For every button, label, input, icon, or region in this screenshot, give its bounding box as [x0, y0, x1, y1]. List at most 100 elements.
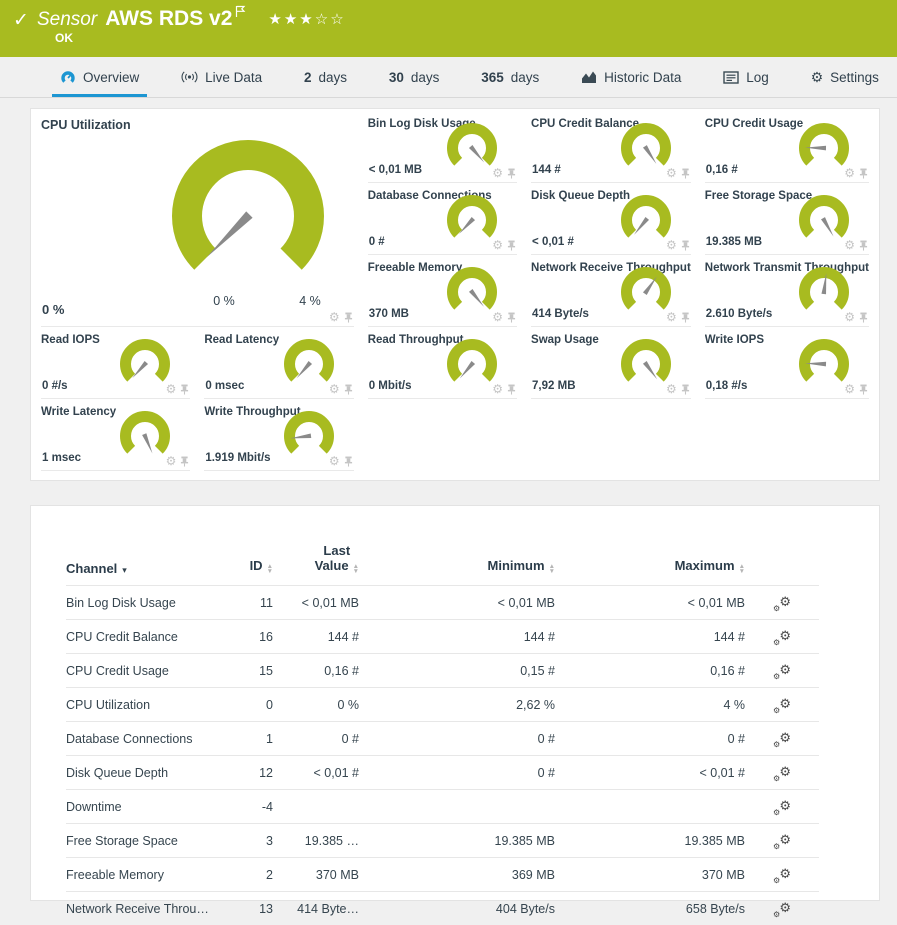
gauge-tile-freeable-memory[interactable]: Freeable Memory370 MB⚙ — [368, 255, 517, 327]
gear-icon[interactable]: ⚙ — [666, 383, 677, 395]
channel-settings-gears-icon[interactable]: ⚙⚙ — [773, 629, 791, 645]
flag-icon[interactable] — [235, 5, 246, 18]
gauge-tile-write-latency[interactable]: Write Latency1 msec⚙ — [41, 399, 190, 471]
gauge-tile-free-storage-space[interactable]: Free Storage Space19.385 MB⚙ — [705, 183, 869, 255]
pin-icon[interactable] — [681, 240, 690, 251]
pin-icon[interactable] — [344, 456, 353, 467]
channel-name[interactable]: Downtime — [66, 800, 241, 814]
pin-icon[interactable] — [507, 312, 516, 323]
gauge-tile-network-receive-throughput[interactable]: Network Receive Throughput414 Byte/s⚙ — [531, 255, 691, 327]
gauge — [116, 338, 174, 388]
channel-settings-gears-icon[interactable]: ⚙⚙ — [773, 901, 791, 917]
pin-icon[interactable] — [180, 384, 189, 395]
pin-icon[interactable] — [859, 312, 868, 323]
tab-2-days[interactable]: 2days — [300, 57, 351, 97]
channel-settings-gears-icon[interactable]: ⚙⚙ — [773, 731, 791, 747]
gear-icon[interactable]: ⚙ — [844, 167, 855, 179]
gear-icon[interactable]: ⚙ — [844, 383, 855, 395]
tab-overview[interactable]: Overview — [56, 57, 143, 97]
column-header-last-value[interactable]: LastValue▲▼ — [273, 543, 359, 576]
channel-name[interactable]: CPU Utilization — [66, 698, 241, 712]
gauge-tile-cpu-credit-usage[interactable]: CPU Credit Usage0,16 #⚙ — [705, 111, 869, 183]
pin-icon[interactable] — [681, 384, 690, 395]
channel-settings-gears-icon[interactable]: ⚙⚙ — [773, 833, 791, 849]
gauge-tile-read-throughput[interactable]: Read Throughput0 Mbit/s⚙ — [368, 327, 517, 399]
tab-live-data[interactable]: Live Data — [177, 57, 266, 97]
channel-name[interactable]: Disk Queue Depth — [66, 766, 241, 780]
gauge — [280, 338, 338, 388]
gauge-tile-cpu-credit-balance[interactable]: CPU Credit Balance144 #⚙ — [531, 111, 691, 183]
pin-icon[interactable] — [344, 312, 353, 323]
gauge-tile-network-transmit-throughput[interactable]: Network Transmit Throughput2.610 Byte/s⚙ — [705, 255, 869, 327]
tab-log[interactable]: Log — [719, 57, 773, 97]
gauge-tile-write-throughput[interactable]: Write Throughput1.919 Mbit/s⚙ — [204, 399, 353, 471]
channel-name[interactable]: CPU Credit Usage — [66, 664, 241, 678]
tab-365-days[interactable]: 365days — [477, 57, 543, 97]
gear-icon[interactable]: ⚙ — [844, 311, 855, 323]
channel-settings-gears-icon[interactable]: ⚙⚙ — [773, 663, 791, 679]
gear-icon[interactable]: ⚙ — [166, 455, 177, 467]
gear-icon[interactable]: ⚙ — [492, 383, 503, 395]
gear-icon[interactable]: ⚙ — [492, 311, 503, 323]
live-data-icon — [181, 70, 198, 84]
table-row-freeable-memory: Freeable Memory2370 MB369 MB370 MB⚙⚙ — [66, 857, 819, 891]
channel-settings-gears-icon[interactable]: ⚙⚙ — [773, 867, 791, 883]
tab-number: 30 — [389, 70, 404, 85]
channel-settings-gears-icon[interactable]: ⚙⚙ — [773, 799, 791, 815]
pin-icon[interactable] — [859, 384, 868, 395]
gauge-tile-swap-usage[interactable]: Swap Usage7,92 MB⚙ — [531, 327, 691, 399]
pin-icon[interactable] — [507, 384, 516, 395]
tab-historic-data[interactable]: Historic Data — [577, 57, 685, 97]
pin-icon[interactable] — [681, 312, 690, 323]
gauge — [617, 122, 675, 172]
channel-name[interactable]: Free Storage Space — [66, 834, 241, 848]
gauge-value: 0,16 # — [706, 164, 738, 176]
gauge — [795, 122, 853, 172]
channel-name[interactable]: Bin Log Disk Usage — [66, 596, 241, 610]
gear-icon[interactable]: ⚙ — [666, 239, 677, 251]
pin-icon[interactable] — [344, 384, 353, 395]
channel-settings-gears-icon[interactable]: ⚙⚙ — [773, 595, 791, 611]
gauge-tile-bin-log-disk-usage[interactable]: Bin Log Disk Usage< 0,01 MB⚙ — [368, 111, 517, 183]
pin-icon[interactable] — [507, 240, 516, 251]
gauge-tile-database-connections[interactable]: Database Connections0 #⚙ — [368, 183, 517, 255]
gear-icon[interactable]: ⚙ — [844, 239, 855, 251]
gear-icon[interactable]: ⚙ — [666, 167, 677, 179]
gear-icon[interactable]: ⚙ — [329, 383, 340, 395]
gear-icon[interactable]: ⚙ — [666, 311, 677, 323]
gauge-tile-read-latency[interactable]: Read Latency0 msec⚙ — [204, 327, 353, 399]
column-header-maximum[interactable]: Maximum▲▼ — [555, 558, 745, 576]
gauge-tile-disk-queue-depth[interactable]: Disk Queue Depth< 0,01 #⚙ — [531, 183, 691, 255]
sort-both-icon: ▲▼ — [353, 564, 359, 574]
gauge-tile-cpu-utilization[interactable]: CPU Utilization0 %4 %0 %⚙ — [41, 111, 354, 327]
gear-icon[interactable]: ⚙ — [329, 455, 340, 467]
gauge — [617, 194, 675, 244]
channel-settings-gears-icon[interactable]: ⚙⚙ — [773, 697, 791, 713]
tab-30-days[interactable]: 30days — [385, 57, 444, 97]
gauge — [116, 410, 174, 460]
channel-name[interactable]: Network Receive Throu… — [66, 902, 241, 916]
pin-icon[interactable] — [859, 240, 868, 251]
column-header-id[interactable]: ID▲▼ — [241, 558, 273, 576]
gear-icon[interactable]: ⚙ — [166, 383, 177, 395]
pin-icon[interactable] — [859, 168, 868, 179]
cpu-utilization-gauge — [143, 128, 353, 300]
pin-icon[interactable] — [180, 456, 189, 467]
gear-icon[interactable]: ⚙ — [492, 167, 503, 179]
gauge-tile-read-iops[interactable]: Read IOPS0 #/s⚙ — [41, 327, 190, 399]
channel-name[interactable]: Database Connections — [66, 732, 241, 746]
pin-icon[interactable] — [507, 168, 516, 179]
channel-settings-gears-icon[interactable]: ⚙⚙ — [773, 765, 791, 781]
column-header-channel[interactable]: Channel▾ — [66, 561, 241, 576]
tab-settings[interactable]: ⚙Settings — [807, 57, 883, 97]
channel-name[interactable]: Freeable Memory — [66, 868, 241, 882]
gear-icon[interactable]: ⚙ — [492, 239, 503, 251]
gauge-value: 144 # — [532, 164, 561, 176]
star-rating[interactable]: ★★★☆☆ — [268, 10, 345, 28]
gauge-tile-write-iops[interactable]: Write IOPS0,18 #/s⚙ — [705, 327, 869, 399]
channel-last-value: 0 % — [273, 698, 359, 712]
gear-icon[interactable]: ⚙ — [329, 311, 340, 323]
pin-icon[interactable] — [681, 168, 690, 179]
column-header-minimum[interactable]: Minimum▲▼ — [359, 558, 555, 576]
channel-name[interactable]: CPU Credit Balance — [66, 630, 241, 644]
